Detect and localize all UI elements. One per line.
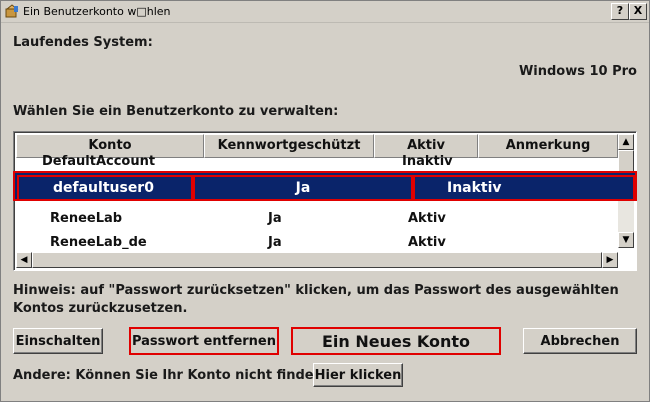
table-row[interactable]: DefaultAccount Inaktiv	[16, 148, 618, 169]
running-system-label: Laufendes System:	[13, 35, 153, 50]
selected-cell-konto: defaultuser0	[17, 175, 193, 201]
cancel-button[interactable]: Abbrechen	[523, 328, 637, 354]
cell-aktiv: Aktiv	[408, 211, 446, 226]
app-icon	[5, 4, 19, 18]
scroll-up-arrow-icon[interactable]: ▲	[618, 134, 634, 150]
window-title: Ein Benutzerkonto w□hlen	[23, 5, 171, 18]
table-row-selected[interactable]: defaultuser0 Ja Inaktiv	[13, 171, 637, 201]
horizontal-scroll-thumb[interactable]	[32, 252, 602, 268]
horizontal-scrollbar[interactable]: ◀ ▶	[16, 252, 618, 268]
help-button[interactable]: ?	[611, 3, 629, 20]
selected-cell-kennwort: Ja	[193, 175, 413, 201]
selected-cell-aktiv: Inaktiv	[413, 175, 635, 201]
scroll-left-arrow-icon[interactable]: ◀	[16, 252, 32, 268]
running-system-value: Windows 10 Pro	[518, 64, 637, 79]
close-button[interactable]: X	[629, 3, 647, 20]
enable-button[interactable]: Einschalten	[13, 328, 103, 354]
scroll-right-arrow-icon[interactable]: ▶	[602, 252, 618, 268]
selected-konto-text: defaultuser0	[53, 180, 154, 196]
cell-konto: ReneeLab	[50, 211, 123, 226]
new-account-button[interactable]: Ein Neues Konto	[291, 327, 501, 355]
click-here-button[interactable]: Hier klicken	[313, 363, 403, 387]
remove-password-button[interactable]: Passwort entfernen	[129, 327, 279, 355]
other-label: Andere: Können Sie Ihr Konto nicht finde…	[13, 368, 331, 383]
table-row[interactable]: ReneeLab Ja Aktiv	[16, 206, 618, 232]
cell-kennwort: Ja	[268, 211, 282, 226]
scroll-down-arrow-icon[interactable]: ▼	[618, 232, 634, 248]
selected-aktiv-text: Inaktiv	[447, 180, 502, 196]
title-bar[interactable]: Ein Benutzerkonto w□hlen ? X	[1, 1, 649, 23]
accounts-table: Konto Kennwortgeschützt Aktiv Anmerkung …	[13, 131, 637, 271]
accounts-heading: Wählen Sie ein Benutzerkonto zu verwalte…	[13, 104, 339, 119]
selected-kennwort-text: Ja	[295, 180, 311, 196]
hint-text: Hinweis: auf "Passwort zurücksetzen" kli…	[13, 283, 619, 316]
account-select-dialog: Ein Benutzerkonto w□hlen ? X Laufendes S…	[0, 0, 650, 402]
